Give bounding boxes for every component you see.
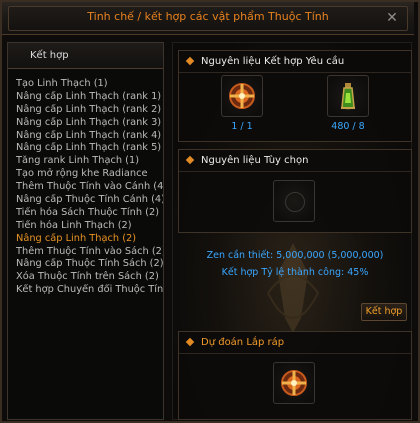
success-rate-text: Kết hợp Tỷ lệ thành công: 45% xyxy=(221,267,369,278)
recipe-list-item[interactable]: Nâng cấp Linh Thạch (rank 2) xyxy=(16,104,163,117)
recipe-list-item[interactable]: Nâng cấp Linh Thạch (rank 3) xyxy=(16,117,163,130)
recipe-list-item[interactable]: Tăng rank Linh Thạch (1) xyxy=(16,155,163,168)
recipe-list-header: Kết hợp xyxy=(8,43,163,69)
empty-slot-ring-icon xyxy=(285,192,305,212)
recipe-list-item[interactable]: Tiến hóa Sách Thuộc Tính (2) xyxy=(16,207,163,220)
green-potion-icon xyxy=(341,83,355,110)
required-materials-title: Nguyên liệu Kết hợp Yêu cầu xyxy=(201,56,345,67)
recipe-list-item[interactable]: Nâng cấp Thuộc Tính Sách (2) xyxy=(16,258,163,271)
recipe-list-item[interactable]: Nâng cấp Linh Thạch (rank 4) xyxy=(16,130,163,143)
optional-materials-header: Nguyên liệu Tùy chọn xyxy=(179,150,411,172)
diamond-bullet-icon xyxy=(185,337,195,347)
recipe-list-item[interactable]: Nâng cấp Thuộc Tính Cánh (4) xyxy=(16,194,163,207)
recipe-list-item[interactable]: Nâng cấp Linh Thạch (rank 1) xyxy=(16,91,163,104)
optional-materials-title: Nguyên liệu Tùy chọn xyxy=(201,155,309,166)
required-slot-2[interactable] xyxy=(327,75,369,117)
recipe-list-panel: Kết hợp Tạo Linh Thạch (1) Nâng cấp Linh… xyxy=(7,42,164,420)
recipe-list: Tạo Linh Thạch (1) Nâng cấp Linh Thạch (… xyxy=(16,78,163,297)
recipe-list-item[interactable]: Nâng cấp Linh Thạch (rank 5) xyxy=(16,142,163,155)
recipe-list-item[interactable]: Kết hợp Chuyển đổi Thuộc Tín xyxy=(16,284,163,297)
recipe-list-item-selected[interactable]: Nâng cấp Linh Thạch (2) xyxy=(16,233,163,246)
prediction-slot[interactable] xyxy=(273,362,315,404)
zen-required-text: Zen cần thiết: 5,000,000 (5,000,000) xyxy=(206,250,384,261)
recipe-list-item[interactable]: Tạo mở rộng khe Radiance xyxy=(16,168,163,181)
required-materials-header: Nguyên liệu Kết hợp Yêu cầu xyxy=(179,51,411,73)
required-slot-1-count: 1 / 1 xyxy=(231,121,253,132)
recipe-list-item[interactable]: Thêm Thuộc Tính vào Sách (2) xyxy=(16,246,163,259)
optional-slot[interactable] xyxy=(273,180,315,222)
orb-cross-icon xyxy=(281,370,307,396)
window-title: Tinh chế / kết hợp các vật phẩm Thuộc Tí… xyxy=(87,10,329,23)
orb-cross-icon xyxy=(229,83,255,109)
recipe-list-item[interactable]: Xóa Thuộc Tính trên Sách (2) xyxy=(16,271,163,284)
prediction-title: Dự đoán Lắp ráp xyxy=(201,337,285,348)
recipe-list-item[interactable]: Tiến hóa Linh Thạch (2) xyxy=(16,220,163,233)
recipe-list-item[interactable]: Tạo Linh Thạch (1) xyxy=(16,78,163,91)
required-slot-2-count: 480 / 8 xyxy=(331,121,365,132)
prediction-header: Dự đoán Lắp ráp xyxy=(179,332,411,354)
title-bar: Tinh chế / kết hợp các vật phẩm Thuộc Tí… xyxy=(2,2,414,35)
diamond-bullet-icon xyxy=(185,155,195,165)
diamond-bullet-icon xyxy=(185,56,195,66)
required-slot-1[interactable] xyxy=(221,75,263,117)
close-button[interactable]: ✕ xyxy=(384,11,400,27)
recipe-list-header-label: Kết hợp xyxy=(30,50,69,61)
combine-button[interactable]: Kết hợp xyxy=(361,303,407,321)
recipe-list-item[interactable]: Thêm Thuộc Tính vào Cánh (4 xyxy=(16,181,163,194)
